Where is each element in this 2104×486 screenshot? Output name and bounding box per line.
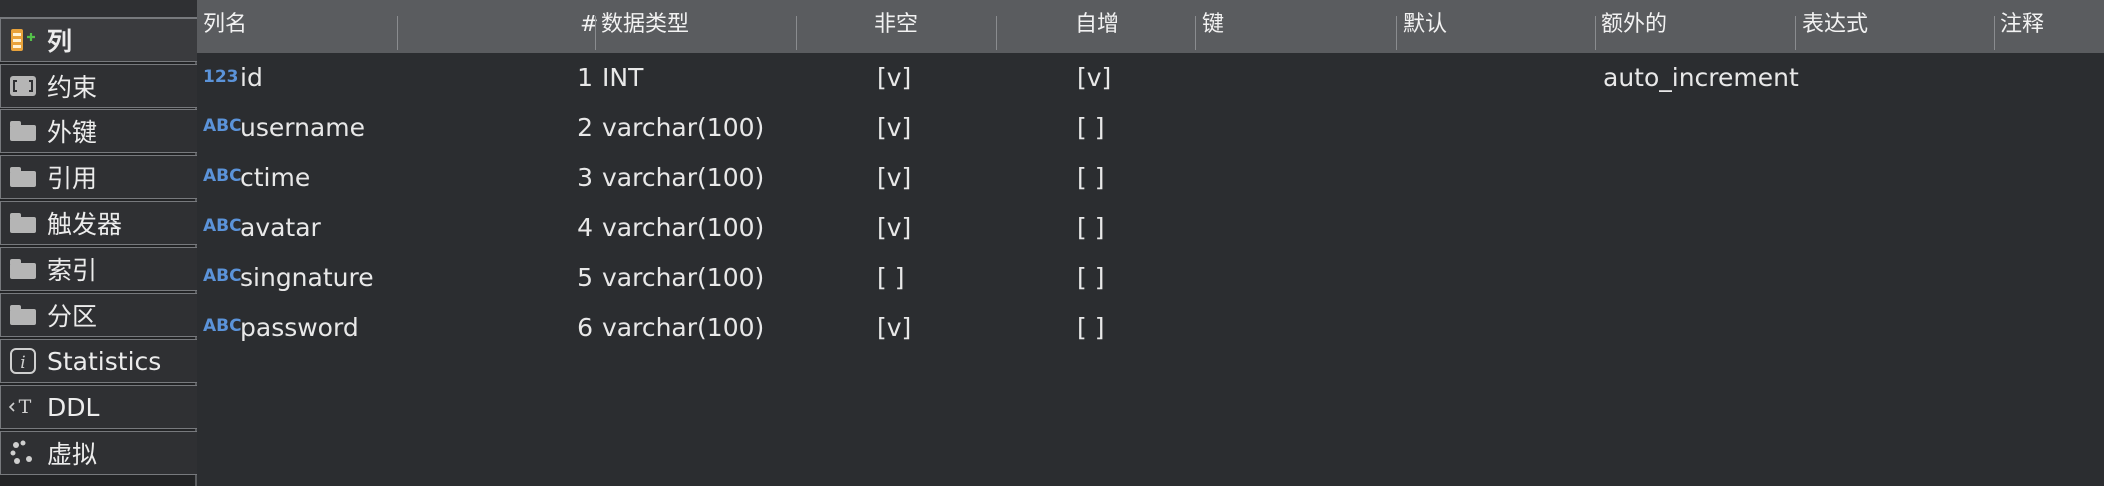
not-null-checkbox[interactable]: [ ]	[877, 253, 904, 303]
sidebar-item-label: 虚拟	[47, 440, 98, 469]
sidebar-item-virtual[interactable]: 虚拟	[0, 431, 197, 475]
data-type-cell[interactable]: varchar(100)	[602, 303, 764, 353]
folder-icon	[8, 164, 38, 190]
not-null-checkbox[interactable]: [v]	[877, 153, 911, 203]
integer-type-icon: 123	[203, 67, 239, 87]
header-expression[interactable]: 表达式	[1802, 0, 1868, 53]
sidebar-item-columns[interactable]: 列	[0, 18, 197, 62]
table-row[interactable]: ABC password 6 varchar(100) [v] [ ]	[197, 303, 2104, 353]
sidebar-item-label: 引用	[47, 164, 98, 193]
string-type-icon: ABC	[203, 216, 242, 236]
header-default[interactable]: 默认	[1403, 0, 1447, 53]
auto-increment-checkbox[interactable]: [ ]	[1077, 153, 1104, 203]
table-row[interactable]: ABC avatar 4 varchar(100) [v] [ ]	[197, 203, 2104, 253]
columns-table-body: 123 id 1 INT [v] [v] auto_increment ABC …	[197, 53, 2104, 486]
info-icon: i	[8, 348, 38, 374]
column-name-cell[interactable]: singnature	[240, 253, 374, 303]
string-type-icon: ABC	[203, 166, 242, 186]
extra-cell[interactable]: auto_increment	[1603, 53, 1799, 103]
sidebar-item-label: 触发器	[47, 210, 123, 239]
folder-icon	[8, 118, 38, 144]
column-name-cell[interactable]: id	[240, 53, 263, 103]
sidebar-item-references[interactable]: 引用	[0, 155, 197, 199]
string-type-icon: ABC	[203, 266, 242, 286]
columns-add-icon	[8, 27, 38, 53]
column-name-cell[interactable]: username	[240, 103, 365, 153]
sidebar-item-label: 约束	[47, 73, 98, 102]
header-divider[interactable]	[796, 16, 797, 50]
column-name-cell[interactable]: avatar	[240, 203, 321, 253]
header-divider[interactable]	[996, 16, 997, 50]
header-not-null[interactable]: 非空	[874, 0, 918, 53]
sidebar-item-label: Statistics	[47, 346, 162, 376]
ordinal-cell: 4	[577, 213, 593, 242]
folder-icon	[8, 302, 38, 328]
not-null-checkbox[interactable]: [v]	[877, 103, 911, 153]
table-row[interactable]: ABC singnature 5 varchar(100) [ ] [ ]	[197, 253, 2104, 303]
constraint-icon	[8, 73, 38, 99]
header-divider[interactable]	[1195, 16, 1196, 50]
data-type-cell[interactable]: varchar(100)	[602, 203, 764, 253]
sidebar-item-indexes[interactable]: 索引	[0, 247, 197, 291]
auto-increment-checkbox[interactable]: [v]	[1077, 53, 1111, 103]
header-auto-increment[interactable]: 自增	[1075, 0, 1119, 53]
folder-icon	[8, 210, 38, 236]
sidebar-item-label: 分区	[47, 302, 98, 331]
header-extra[interactable]: 额外的	[1601, 0, 1667, 53]
string-type-icon: ABC	[203, 316, 242, 336]
data-type-cell[interactable]: varchar(100)	[602, 103, 764, 153]
sidebar-item-foreign-keys[interactable]: 外键	[0, 109, 197, 153]
data-type-cell[interactable]: varchar(100)	[602, 253, 764, 303]
header-divider[interactable]	[1994, 16, 1995, 50]
header-data-type[interactable]: 数据类型	[601, 0, 689, 53]
svg-text:T: T	[19, 396, 32, 418]
header-divider[interactable]	[595, 16, 596, 50]
not-null-checkbox[interactable]: [v]	[877, 203, 911, 253]
header-divider[interactable]	[1396, 16, 1397, 50]
sidebar-item-label: 外键	[47, 118, 98, 147]
sidebar-item-label: 索引	[47, 256, 98, 285]
sidebar-item-constraints[interactable]: 约束	[0, 64, 197, 108]
sidebar-item-statistics[interactable]: i Statistics	[0, 339, 197, 383]
auto-increment-checkbox[interactable]: [ ]	[1077, 203, 1104, 253]
header-divider[interactable]	[397, 16, 398, 50]
columns-table-header: 列名 # 数据类型 非空 自增 键 默认 额外的 表达式 注释	[197, 0, 2104, 53]
auto-increment-checkbox[interactable]: [ ]	[1077, 253, 1104, 303]
svg-text:i: i	[20, 353, 25, 373]
ordinal-cell: 2	[577, 113, 593, 142]
sidebar: 列 约束 外键 引用 触发器 索引 分区 i Statistics T DDL …	[0, 0, 197, 486]
sidebar-item-partitions[interactable]: 分区	[0, 293, 197, 337]
ordinal-cell: 1	[577, 63, 593, 92]
sidebar-item-label: 列	[47, 27, 73, 56]
sidebar-top-edge	[0, 0, 197, 18]
auto-increment-checkbox[interactable]: [ ]	[1077, 103, 1104, 153]
folder-icon	[8, 256, 38, 282]
column-name-cell[interactable]: password	[240, 303, 359, 353]
sidebar-item-ddl[interactable]: T DDL	[0, 385, 197, 429]
not-null-checkbox[interactable]: [v]	[877, 53, 911, 103]
table-row[interactable]: ABC username 2 varchar(100) [v] [ ]	[197, 103, 2104, 153]
table-row[interactable]: ABC ctime 3 varchar(100) [v] [ ]	[197, 153, 2104, 203]
ddl-icon: T	[8, 394, 38, 420]
table-row[interactable]: 123 id 1 INT [v] [v] auto_increment	[197, 53, 2104, 103]
virtual-icon	[8, 440, 38, 466]
sidebar-item-label: DDL	[47, 392, 100, 422]
data-type-cell[interactable]: varchar(100)	[602, 153, 764, 203]
ordinal-cell: 6	[577, 313, 593, 342]
ordinal-cell: 3	[577, 163, 593, 192]
header-divider[interactable]	[1795, 16, 1796, 50]
column-name-cell[interactable]: ctime	[240, 153, 310, 203]
ordinal-cell: 5	[577, 263, 593, 292]
data-type-cell[interactable]: INT	[602, 53, 643, 103]
header-key[interactable]: 键	[1202, 0, 1224, 53]
header-column-name[interactable]: 列名	[203, 0, 247, 53]
sidebar-item-triggers[interactable]: 触发器	[0, 201, 197, 245]
string-type-icon: ABC	[203, 116, 242, 136]
header-divider[interactable]	[1595, 16, 1596, 50]
auto-increment-checkbox[interactable]: [ ]	[1077, 303, 1104, 353]
not-null-checkbox[interactable]: [v]	[877, 303, 911, 353]
header-comment[interactable]: 注释	[2000, 0, 2044, 53]
